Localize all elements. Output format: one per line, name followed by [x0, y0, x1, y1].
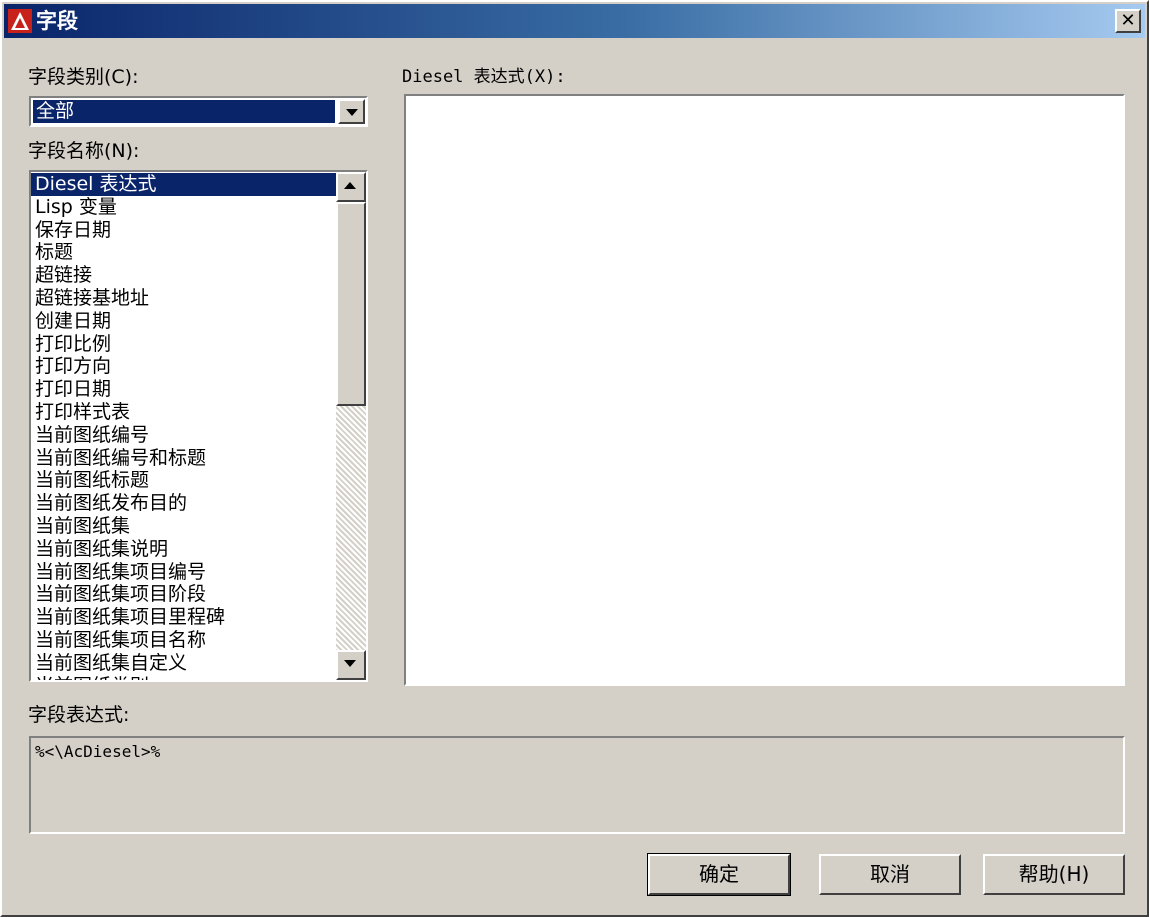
arrow-down-icon: [344, 660, 356, 667]
category-dropdown[interactable]: 全部: [29, 96, 368, 127]
list-item[interactable]: 当前图纸集项目名称: [31, 629, 336, 652]
window-title: 字段: [36, 9, 78, 33]
list-item[interactable]: 当前图纸集: [31, 515, 336, 538]
scroll-down-button[interactable]: [336, 650, 366, 680]
help-button[interactable]: 帮助(H): [983, 854, 1125, 895]
scroll-up-button[interactable]: [336, 172, 366, 202]
field-expression-box: %<\AcDiesel>%: [29, 736, 1125, 834]
title-bar[interactable]: 字段 ✕: [4, 4, 1145, 38]
list-item[interactable]: 打印样式表: [31, 401, 336, 424]
list-item[interactable]: 超链接基地址: [31, 287, 336, 310]
cancel-button[interactable]: 取消: [819, 854, 961, 895]
list-item[interactable]: 超链接: [31, 264, 336, 287]
category-label: 字段类别(C):: [28, 66, 139, 88]
arrow-up-icon: [344, 182, 356, 189]
list-item[interactable]: 当前图纸发布目的: [31, 492, 336, 515]
list-item[interactable]: 当前图纸类别: [31, 675, 336, 680]
list-item[interactable]: 保存日期: [31, 219, 336, 242]
list-item[interactable]: 当前图纸编号: [31, 424, 336, 447]
list-item[interactable]: Lisp 变量: [31, 196, 336, 219]
ok-button[interactable]: 确定: [648, 854, 790, 895]
field-names-label: 字段名称(N):: [28, 140, 140, 162]
autocad-logo-icon: [8, 9, 32, 33]
scroll-thumb[interactable]: [336, 202, 366, 406]
list-item[interactable]: 当前图纸集说明: [31, 538, 336, 561]
list-item[interactable]: 当前图纸集自定义: [31, 652, 336, 675]
list-item[interactable]: 当前图纸编号和标题: [31, 447, 336, 470]
category-selected-value: 全部: [33, 100, 335, 123]
category-dropdown-button[interactable]: [338, 99, 365, 124]
list-item[interactable]: 当前图纸集项目编号: [31, 561, 336, 584]
list-item[interactable]: 打印比例: [31, 333, 336, 356]
list-item[interactable]: 打印方向: [31, 355, 336, 378]
field-names-scrollbar[interactable]: [336, 172, 366, 680]
list-item[interactable]: Diesel 表达式: [31, 173, 336, 196]
field-names-items: Diesel 表达式 Lisp 变量 保存日期 标题 超链接 超链接基地址 创建日期 打印比例…: [31, 173, 336, 680]
list-item[interactable]: 当前图纸集项目里程碑: [31, 606, 336, 629]
field-expression-value: %<\AcDiesel>%: [35, 742, 161, 761]
field-names-list[interactable]: Diesel 表达式 Lisp 变量 保存日期 标题 超链接 超链接基地址 创建日期 打印比例…: [29, 170, 368, 682]
list-item[interactable]: 打印日期: [31, 378, 336, 401]
diesel-expression-input[interactable]: [404, 94, 1125, 686]
close-button[interactable]: ✕: [1115, 9, 1141, 33]
chevron-down-icon: [346, 109, 358, 116]
list-item[interactable]: 当前图纸集项目阶段: [31, 583, 336, 606]
list-item[interactable]: 当前图纸标题: [31, 469, 336, 492]
close-icon: ✕: [1120, 10, 1136, 31]
diesel-expression-label: Diesel 表达式(X):: [402, 67, 566, 87]
field-dialog: 字段 ✕ 字段类别(C): 全部 字段名称(N): Diesel 表达式 Lisp…: [0, 0, 1149, 917]
list-item[interactable]: 标题: [31, 241, 336, 264]
list-item[interactable]: 创建日期: [31, 310, 336, 333]
field-expression-label: 字段表达式:: [28, 704, 130, 726]
